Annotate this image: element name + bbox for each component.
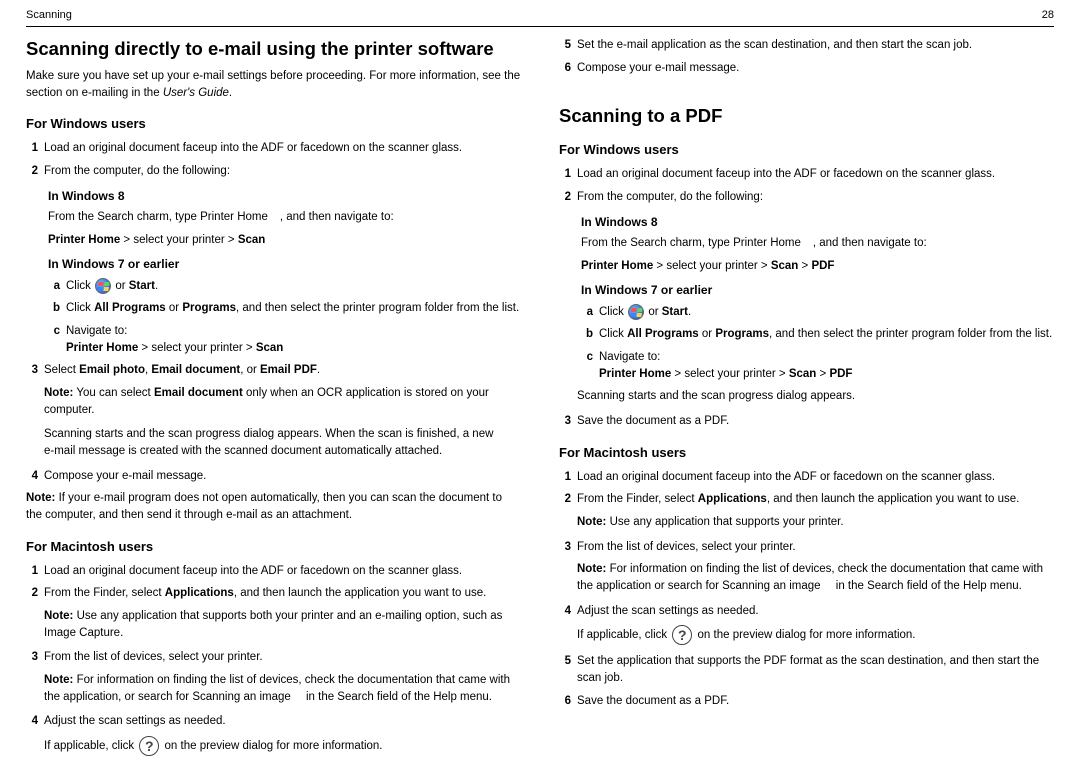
heading-win7: In Windows 7 or earlier — [48, 256, 521, 273]
list-item: 4 Adjust the scan settings as needed. — [26, 713, 521, 730]
list-item: 4 Compose your e‑mail message. — [26, 468, 521, 485]
win8-line1: From the Search charm, type Printer Home… — [48, 209, 521, 226]
list-item: 3 From the list of devices, select your … — [26, 649, 521, 666]
list-item: 2 From the Finder, select Applications, … — [26, 585, 521, 602]
heading-windows: For Windows users — [26, 115, 521, 134]
heading-mac: For Macintosh users — [559, 444, 1054, 463]
heading-win8: In Windows 8 — [581, 214, 1054, 231]
list-item: 6 Compose your e‑mail message. — [559, 60, 1054, 77]
note: Note: For information on finding the lis… — [577, 561, 1054, 594]
substep: a Click or Start. — [581, 304, 1054, 321]
list-item: 2 From the Finder, select Applications, … — [559, 491, 1054, 508]
list-item: 3 Save the document as a PDF. — [559, 413, 1054, 430]
intro-paragraph: Make sure you have set up your e‑mail se… — [26, 68, 521, 101]
substep: c Navigate to: Printer Home > select you… — [48, 323, 521, 356]
help-icon: ? — [139, 736, 159, 756]
heading-mac: For Macintosh users — [26, 538, 521, 557]
right-column: 5 Set the e‑mail application as the scan… — [559, 37, 1054, 764]
after-note: Scanning starts and the scan progress di… — [577, 388, 1054, 405]
heading-win8: In Windows 8 — [48, 188, 521, 205]
note: Note: You can select Email document only… — [44, 385, 521, 418]
substep: a Click or Start. — [48, 278, 521, 295]
windows-start-icon — [95, 278, 111, 294]
header-page-number: 28 — [1042, 8, 1054, 24]
list-item: 6 Save the document as a PDF. — [559, 693, 1054, 710]
win8-line1: From the Search charm, type Printer Home… — [581, 235, 1054, 252]
note: Note: Use any application that supports … — [44, 608, 521, 641]
substep: c Navigate to: Printer Home > select you… — [581, 349, 1054, 382]
list-item: 1 Load an original document faceup into … — [559, 469, 1054, 486]
applicable-note: If applicable, click ? on the preview di… — [44, 736, 521, 756]
list-item: 1 Load an original document faceup into … — [559, 166, 1054, 183]
applicable-note: If applicable, click ? on the preview di… — [577, 625, 1054, 645]
substep: b Click All Programs or Programs, and th… — [581, 326, 1054, 343]
windows-start-icon — [628, 304, 644, 320]
list-item: 5 Set the e‑mail application as the scan… — [559, 37, 1054, 54]
list-item: 2 From the computer, do the following: — [559, 189, 1054, 206]
list-item: 3 Select Email photo, Email document, or… — [26, 362, 521, 379]
heading-win7: In Windows 7 or earlier — [581, 282, 1054, 299]
page-header: Scanning 28 — [26, 0, 1054, 27]
note: Note: Use any application that supports … — [577, 514, 1054, 531]
list-item: 4 Adjust the scan settings as needed. — [559, 603, 1054, 620]
list-item: 1 Load an original document faceup into … — [26, 563, 521, 580]
win8-path: Printer Home > select your printer > Sca… — [48, 232, 521, 249]
content-columns: Scanning directly to e‑mail using the pr… — [26, 37, 1054, 764]
note: Note: If your e-mail program does not op… — [26, 490, 521, 523]
win8-path: Printer Home > select your printer > Sca… — [581, 258, 1054, 275]
heading-windows: For Windows users — [559, 141, 1054, 160]
list-item: 5 Set the application that supports the … — [559, 653, 1054, 686]
list-item: 2 From the computer, do the following: — [26, 163, 521, 180]
help-icon: ? — [672, 625, 692, 645]
substep: b Click All Programs or Programs, and th… — [48, 300, 521, 317]
after-note: Scanning starts and the scan progress di… — [44, 426, 521, 459]
list-item: 3 From the list of devices, select your … — [559, 539, 1054, 556]
section-title-pdf: Scanning to a PDF — [559, 104, 1054, 127]
header-left: Scanning — [26, 8, 72, 24]
list-item: 1 Load an original document faceup into … — [26, 140, 521, 157]
note: Note: For information on finding the lis… — [44, 672, 521, 705]
left-column: Scanning directly to e‑mail using the pr… — [26, 37, 521, 764]
section-title-email: Scanning directly to e‑mail using the pr… — [26, 37, 521, 60]
